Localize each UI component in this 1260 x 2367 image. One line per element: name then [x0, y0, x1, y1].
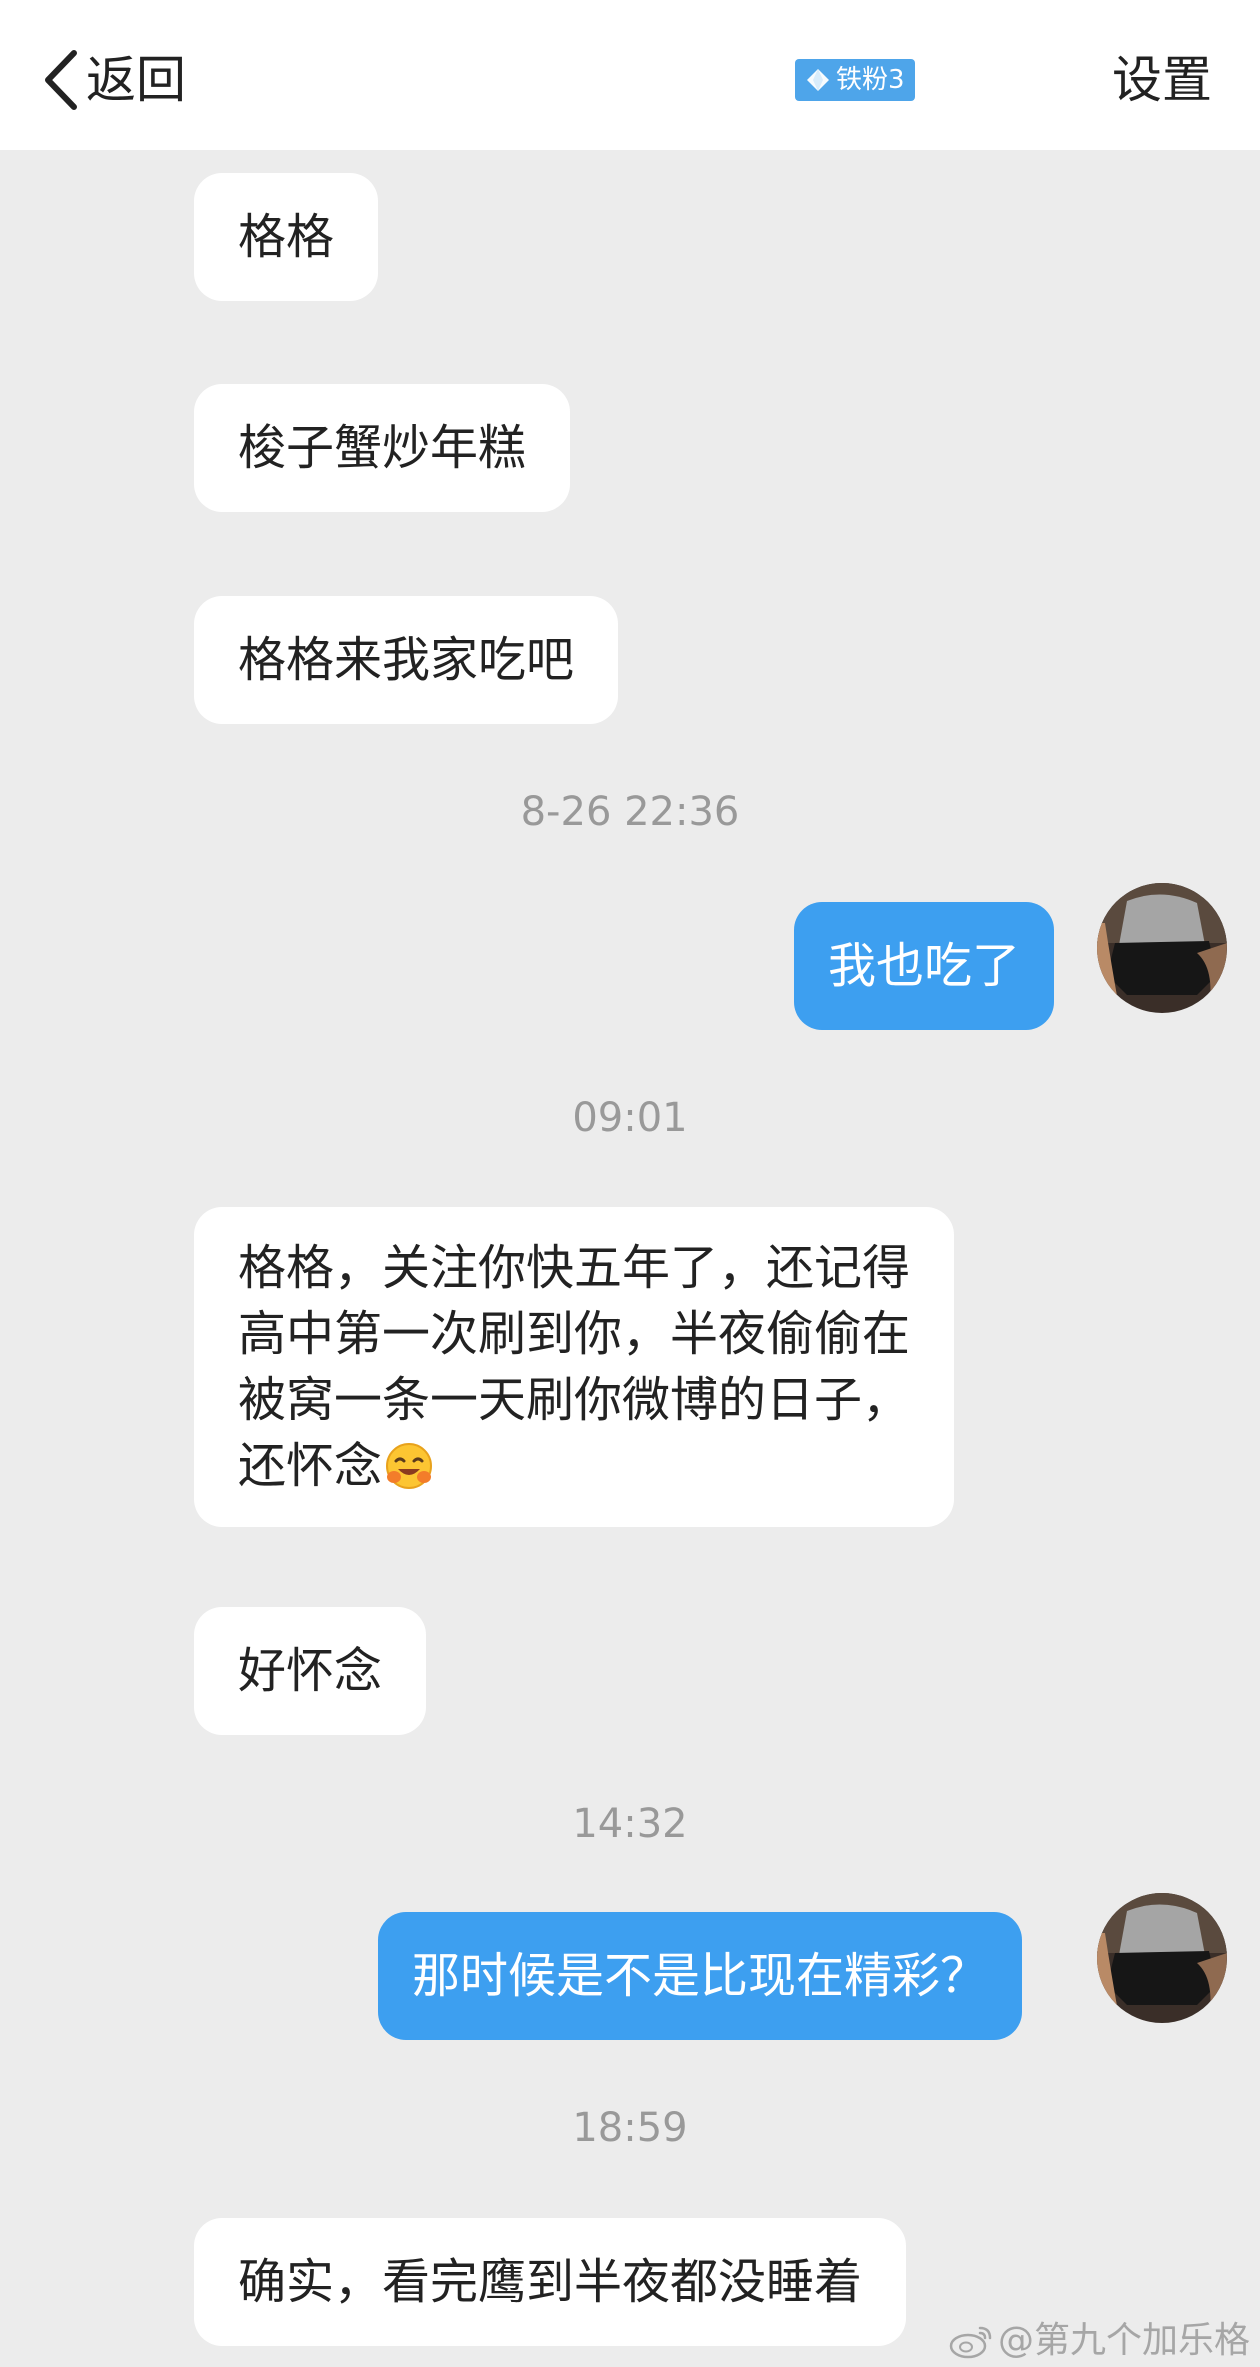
back-button[interactable]: 返回	[40, 44, 186, 116]
message-text: 好怀念	[238, 1643, 383, 1699]
settings-button[interactable]: 设置	[1112, 44, 1212, 116]
chevron-left-icon	[45, 50, 77, 110]
top-bar: 返回 铁粉3 设置	[0, 0, 1260, 150]
message-line: 高中第一次刷到你，半夜偷偷在	[238, 1306, 911, 1362]
fan-level-badge[interactable]: 铁粉3	[795, 59, 915, 101]
incoming-message[interactable]: 梭子蟹炒年糕	[194, 384, 571, 512]
message-line: 被窝一条一天刷你微博的日子，	[238, 1372, 911, 1428]
weibo-watermark: @第九个加乐格	[948, 2318, 1250, 2364]
message-text: 格格	[238, 209, 335, 265]
message-text: 梭子蟹炒年糕	[238, 420, 527, 476]
message-timestamp: 8-26 22:36	[520, 789, 740, 835]
outgoing-message[interactable]: 我也吃了	[794, 902, 1055, 1030]
outgoing-message[interactable]: 那时候是不是比现在精彩？	[378, 1912, 1023, 2040]
message-line: 还怀念	[238, 1438, 383, 1494]
back-label: 返回	[86, 51, 186, 109]
watermark-text: @第九个加乐格	[997, 2320, 1250, 2361]
message-timestamp: 14:32	[572, 1801, 688, 1847]
user-avatar[interactable]	[1097, 1893, 1227, 2023]
hugging-face-emoji-icon	[386, 1443, 433, 1489]
incoming-message[interactable]: 好怀念	[194, 1607, 427, 1735]
avatar-photo	[1097, 1893, 1227, 2023]
user-avatar[interactable]	[1097, 883, 1227, 1013]
avatar-photo	[1097, 883, 1227, 1013]
incoming-message[interactable]: 格格	[194, 173, 379, 301]
message-line: 格格，关注你快五年了，还记得	[238, 1240, 911, 1296]
message-text: 确实，看完鹰到半夜都没睡着	[238, 2254, 863, 2310]
incoming-message[interactable]: 格格，关注你快五年了，还记得 高中第一次刷到你，半夜偷偷在 被窝一条一天刷你微博…	[194, 1207, 955, 1527]
message-text: 那时候是不是比现在精彩？	[412, 1948, 989, 2004]
weibo-logo-icon	[949, 2326, 992, 2359]
incoming-message[interactable]: 确实，看完鹰到半夜都没睡着	[194, 2218, 907, 2346]
diamond-icon	[807, 69, 829, 91]
message-text: 格格来我家吃吧	[238, 632, 575, 688]
message-text: 我也吃了	[828, 938, 1021, 994]
incoming-message[interactable]: 格格来我家吃吧	[194, 596, 619, 724]
message-timestamp: 18:59	[572, 2105, 688, 2151]
fan-level-label: 铁粉3	[836, 65, 905, 95]
message-timestamp: 09:01	[572, 1095, 688, 1141]
